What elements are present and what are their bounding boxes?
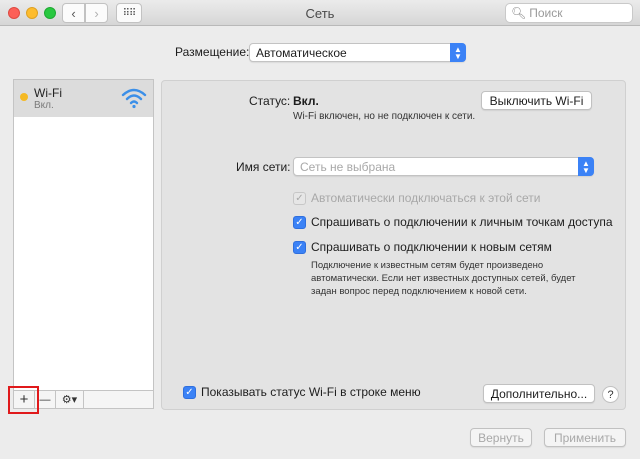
status-description: Wi-Fi включен, но не подключен к сети.	[293, 111, 476, 122]
status-dot-icon	[20, 93, 28, 101]
show-status-label: Показывать статус Wi-Fi в строке меню	[201, 385, 421, 399]
search-placeholder: Поиск	[529, 6, 563, 20]
ask-new-networks-checkbox-row: ✓ Спрашивать о подключении к новым сетям	[293, 240, 552, 254]
wifi-icon	[121, 88, 147, 109]
location-value: Автоматическое	[256, 45, 347, 60]
ask-new-networks-label: Спрашивать о подключении к новым сетям	[311, 240, 552, 254]
minus-icon: —	[39, 393, 51, 406]
service-item-wifi[interactable]: Wi-Fi Вкл.	[14, 80, 153, 117]
ask-hotspots-checkbox-row: ✓ Спрашивать о подключении к личным точк…	[293, 215, 613, 229]
service-status: Вкл.	[34, 100, 54, 111]
revert-button[interactable]: Вернуть	[470, 428, 532, 447]
location-popup[interactable]: Автоматическое ▲ ▼	[249, 43, 466, 62]
auto-join-checkbox[interactable]: ✓	[293, 191, 306, 205]
ask-hotspots-label: Спрашивать о подключении к личным точкам…	[311, 215, 613, 229]
join-note-text: Подключение к известным сетям будет прои…	[311, 260, 576, 297]
status-label: Статус:	[249, 94, 291, 108]
search-field[interactable]: 🔍︎ Поиск	[505, 3, 633, 23]
popup-arrows-icon: ▲ ▼	[450, 43, 466, 62]
auto-join-label: Автоматически подключаться к этой сети	[311, 191, 541, 205]
search-icon: 🔍︎	[511, 6, 527, 20]
ask-hotspots-checkbox[interactable]: ✓	[293, 215, 306, 229]
network-name-label: Имя сети:	[236, 160, 291, 174]
highlight-box	[8, 386, 39, 414]
gear-icon: ⚙▾	[61, 394, 78, 406]
status-value: Вкл.	[293, 94, 319, 108]
action-menu-button[interactable]: ⚙▾	[56, 391, 84, 408]
network-name-popup[interactable]: Сеть не выбрана ▲ ▼	[293, 157, 594, 176]
title-bar: ‹ › ⠿⠿ Сеть 🔍︎ Поиск	[0, 0, 640, 26]
advanced-button[interactable]: Дополнительно...	[483, 384, 595, 403]
turn-off-wifi-button[interactable]: Выключить Wi-Fi	[481, 91, 592, 110]
popup-arrows-icon: ▲ ▼	[578, 157, 594, 176]
service-name: Wi-Fi	[34, 86, 62, 100]
service-list: Wi-Fi Вкл.	[13, 79, 154, 391]
show-status-checkbox-row: ✓ Показывать статус Wi-Fi в строке меню	[183, 385, 421, 399]
auto-join-checkbox-row: ✓ Автоматически подключаться к этой сети	[293, 191, 541, 205]
help-button[interactable]: ?	[602, 386, 619, 403]
network-name-placeholder: Сеть не выбрана	[300, 159, 396, 174]
apply-button[interactable]: Применить	[544, 428, 626, 447]
show-status-checkbox[interactable]: ✓	[183, 385, 196, 399]
location-label: Размещение:	[175, 45, 250, 59]
ask-new-networks-checkbox[interactable]: ✓	[293, 240, 306, 254]
